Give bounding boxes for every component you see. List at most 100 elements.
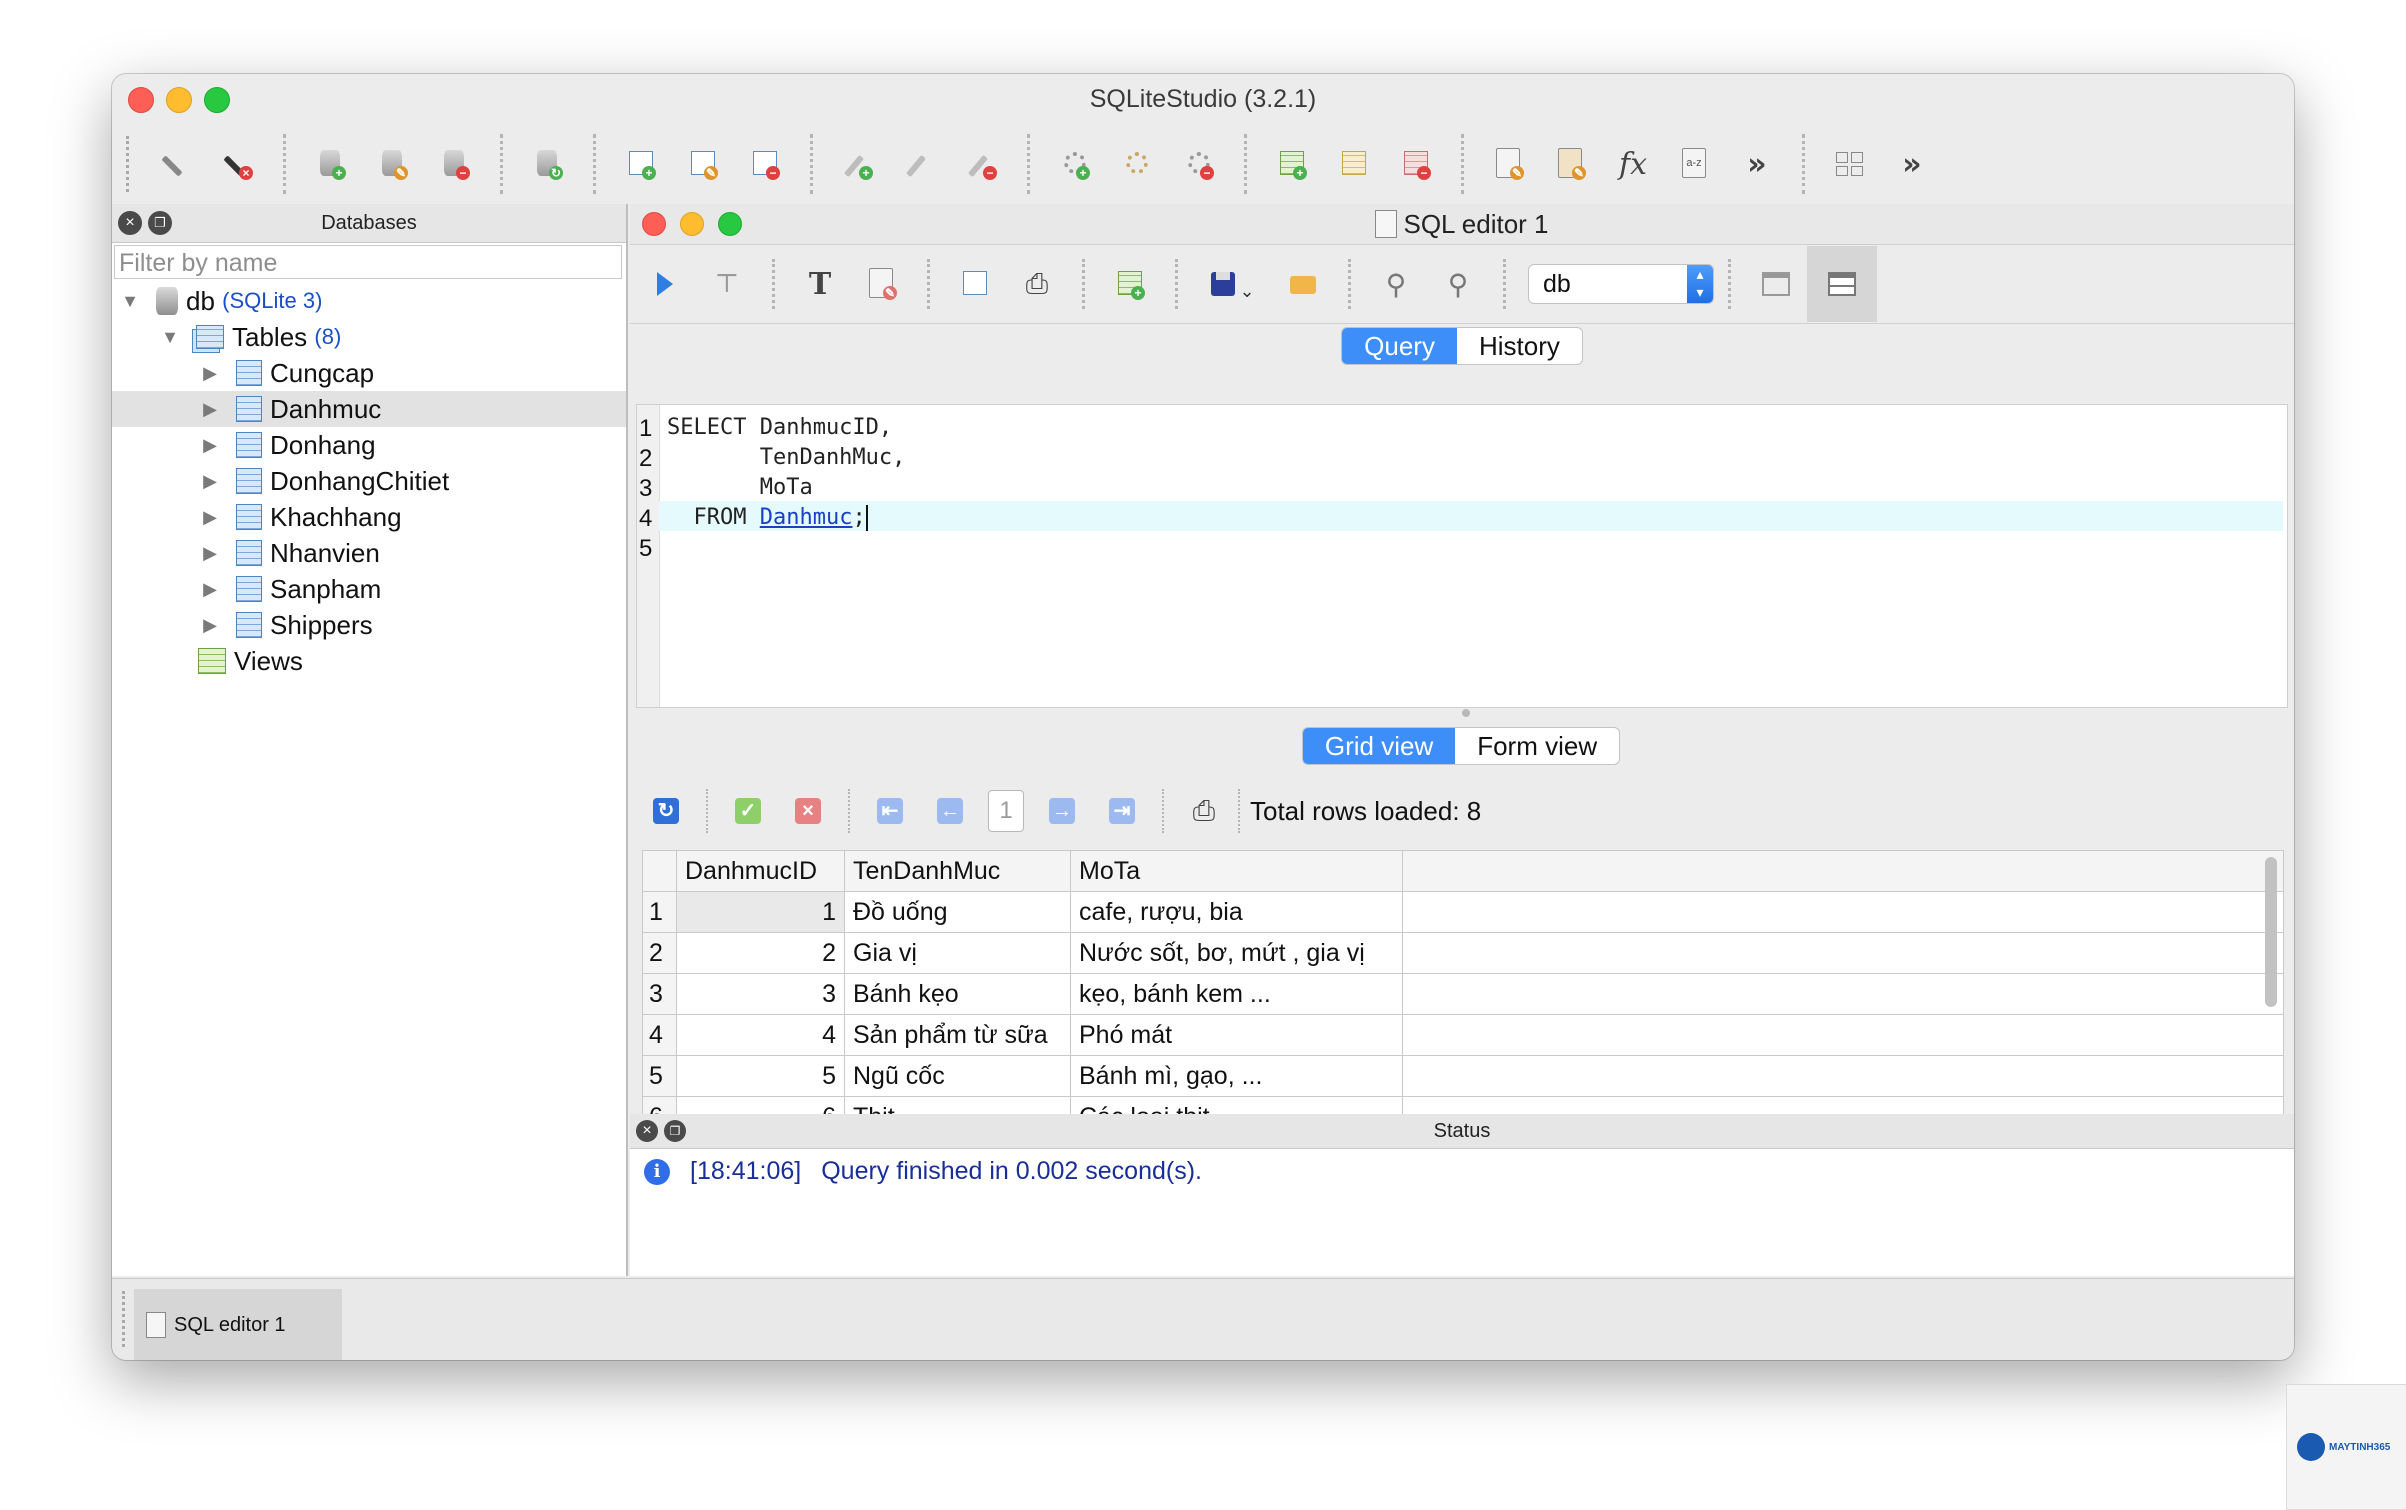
toolbar-overflow-button[interactable]: »: [1726, 133, 1788, 195]
cell-mota[interactable]: Nước sốt, bơ, mứt , gia vị: [1071, 933, 1403, 973]
delete-trigger-button[interactable]: −: [1168, 133, 1230, 195]
cell-mota[interactable]: kẹo, bánh kem ...: [1071, 974, 1403, 1014]
column-header[interactable]: MoTa: [1071, 851, 1403, 891]
delete-index-button[interactable]: −: [951, 133, 1013, 195]
expand-arrow-icon[interactable]: ▼: [118, 291, 142, 312]
create-view-button[interactable]: +: [1261, 133, 1323, 195]
edit-table-button[interactable]: ✎: [672, 133, 734, 195]
collations-editor-button[interactable]: a-z: [1664, 133, 1726, 195]
execute-query-button[interactable]: [634, 253, 696, 315]
collapsed-arrow-icon[interactable]: ▶: [198, 435, 222, 456]
previous-page-button[interactable]: ←: [920, 781, 980, 841]
tab-form-view[interactable]: Form view: [1455, 728, 1619, 764]
tab-history[interactable]: History: [1457, 328, 1582, 364]
row-number[interactable]: 1: [643, 892, 677, 932]
tree-item-table-selected[interactable]: ▶ Danhmuc: [112, 391, 626, 427]
collapsed-arrow-icon[interactable]: ▶: [198, 615, 222, 636]
print-results-button[interactable]: ⎙: [1174, 781, 1234, 841]
tab-query[interactable]: Query: [1342, 328, 1457, 364]
delete-view-button[interactable]: −: [1385, 133, 1447, 195]
layout-vertical-button[interactable]: [1807, 246, 1877, 322]
refresh-results-button[interactable]: ↻: [636, 781, 696, 841]
float-panel-icon[interactable]: ❐: [148, 211, 172, 235]
zoom-window-button[interactable]: [204, 87, 230, 113]
edit-trigger-button[interactable]: [1106, 133, 1168, 195]
export-results-button[interactable]: [944, 253, 1006, 315]
close-editor-button[interactable]: [642, 212, 666, 236]
cell-tendanhmuc[interactable]: Gia vị: [845, 933, 1071, 973]
tree-item-table[interactable]: ▶ Nhanvien: [112, 535, 626, 571]
tree-item-tables[interactable]: ▼ Tables (8): [112, 319, 626, 355]
cell-danhmucid[interactable]: 3: [677, 974, 845, 1014]
filter-input[interactable]: Filter by name: [114, 245, 622, 279]
remove-database-button[interactable]: −: [424, 133, 486, 195]
tree-item-views[interactable]: Views: [112, 643, 626, 679]
tree-item-table[interactable]: ▶ Sanpham: [112, 571, 626, 607]
explain-query-button[interactable]: ⊤: [696, 253, 758, 315]
cell-danhmucid[interactable]: 1: [677, 892, 845, 932]
cell-danhmucid[interactable]: 4: [677, 1015, 845, 1055]
collapsed-arrow-icon[interactable]: ▶: [198, 543, 222, 564]
commit-button[interactable]: ✓: [718, 781, 778, 841]
minimize-editor-button[interactable]: [680, 212, 704, 236]
print-button[interactable]: ⎙: [1006, 253, 1068, 315]
cell-mota[interactable]: cafe, rượu, bia: [1071, 892, 1403, 932]
grid-scrollbar[interactable]: [2265, 857, 2277, 1007]
create-index-button[interactable]: +: [827, 133, 889, 195]
delete-table-button[interactable]: −: [734, 133, 796, 195]
next-page-button[interactable]: →: [1032, 781, 1092, 841]
corner-cell[interactable]: [643, 851, 677, 891]
edit-database-button[interactable]: ✎: [362, 133, 424, 195]
results-grid[interactable]: DanhmucID TenDanhMuc MoTa 1 1 Đồ uống ca…: [642, 850, 2284, 1130]
row-number[interactable]: 2: [643, 933, 677, 973]
refresh-database-button[interactable]: ↻: [517, 133, 579, 195]
first-page-button[interactable]: ⇤: [860, 781, 920, 841]
toolbar-overflow-button-2[interactable]: »: [1881, 133, 1943, 195]
create-trigger-button[interactable]: +: [1044, 133, 1106, 195]
tree-item-table[interactable]: ▶ Donhang: [112, 427, 626, 463]
open-sql-editor-button[interactable]: ✎: [1478, 133, 1540, 195]
table-row[interactable]: 5 5 Ngũ cốc Bánh mì, gạo, ...: [643, 1056, 2283, 1097]
column-header[interactable]: TenDanhMuc: [845, 851, 1071, 891]
row-number[interactable]: 3: [643, 974, 677, 1014]
tree-item-table[interactable]: ▶ DonhangChitiet: [112, 463, 626, 499]
row-number[interactable]: 4: [643, 1015, 677, 1055]
close-panel-icon[interactable]: ×: [636, 1120, 658, 1142]
cell-tendanhmuc[interactable]: Bánh kẹo: [845, 974, 1071, 1014]
chevron-down-icon[interactable]: ⌄: [1239, 281, 1254, 302]
create-table-button[interactable]: +: [610, 133, 672, 195]
tree-item-db[interactable]: ▼ db (SQLite 3): [112, 283, 626, 319]
cell-tendanhmuc[interactable]: Ngũ cốc: [845, 1056, 1071, 1096]
last-page-button[interactable]: ⇥: [1092, 781, 1152, 841]
open-sql-file-button[interactable]: [1272, 253, 1334, 315]
collapsed-arrow-icon[interactable]: ▶: [198, 399, 222, 420]
page-number-input[interactable]: 1: [988, 790, 1024, 832]
create-view-from-query-button[interactable]: +: [1099, 253, 1161, 315]
collapsed-arrow-icon[interactable]: ▶: [198, 507, 222, 528]
cell-mota[interactable]: Bánh mì, gạo, ...: [1071, 1056, 1403, 1096]
maximize-editor-button[interactable]: [718, 212, 742, 236]
save-sql-button[interactable]: ⌄: [1192, 253, 1272, 315]
toolbar-grip[interactable]: [126, 136, 135, 192]
close-window-button[interactable]: [128, 87, 154, 113]
tree-item-table[interactable]: ▶ Khachhang: [112, 499, 626, 535]
cell-tendanhmuc[interactable]: Đồ uống: [845, 892, 1071, 932]
find-button[interactable]: ⚲: [1365, 253, 1427, 315]
disconnect-db-button[interactable]: ×: [207, 133, 269, 195]
table-row[interactable]: 2 2 Gia vị Nước sốt, bơ, mứt , gia vị: [643, 933, 2283, 974]
rollback-button[interactable]: ×: [778, 781, 838, 841]
minimize-window-button[interactable]: [166, 87, 192, 113]
cell-danhmucid[interactable]: 2: [677, 933, 845, 973]
sql-code-editor[interactable]: 1 2 3 4 5 SELECT DanhmucID, TenDanhMuc, …: [636, 404, 2288, 708]
splitter-handle[interactable]: [1462, 709, 1470, 717]
table-row[interactable]: 4 4 Sản phẩm từ sữa Phó mát: [643, 1015, 2283, 1056]
cell-mota[interactable]: Phó mát: [1071, 1015, 1403, 1055]
database-select[interactable]: db ▴ ▾: [1528, 264, 1714, 304]
layout-tabs-button[interactable]: [1745, 253, 1807, 315]
connect-db-button[interactable]: [145, 133, 207, 195]
table-row[interactable]: 1 1 Đồ uống cafe, rượu, bia: [643, 892, 2283, 933]
ddl-history-button[interactable]: ✎: [1540, 133, 1602, 195]
find-replace-button[interactable]: ⚲: [1427, 253, 1489, 315]
functions-editor-button[interactable]: fx: [1602, 133, 1664, 195]
edit-view-button[interactable]: [1323, 133, 1385, 195]
